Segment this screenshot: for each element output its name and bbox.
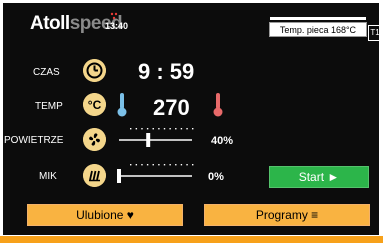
microwave-slider-handle[interactable] <box>117 169 121 183</box>
slider-tick <box>169 164 171 166</box>
airflow-slider[interactable] <box>116 126 198 152</box>
slider-tick <box>158 128 160 130</box>
slider-tick <box>192 128 194 130</box>
microwave-slider[interactable] <box>116 162 198 188</box>
slider-tick <box>175 128 177 130</box>
svg-text:°C: °C <box>88 98 102 112</box>
slider-tick <box>135 128 138 130</box>
slider-tick <box>141 128 143 130</box>
slider-tick <box>158 164 160 166</box>
slider-tick <box>169 128 171 130</box>
start-button[interactable]: Start ► <box>269 166 369 188</box>
czas-label: CZAS <box>33 67 60 78</box>
temp-label: TEMP <box>35 101 63 112</box>
temperature-value[interactable]: 270 <box>153 95 190 121</box>
bottom-accent-bar <box>0 236 383 243</box>
tray-indicator[interactable]: T1 <box>368 25 382 41</box>
slider-tick <box>146 128 149 130</box>
slider-tick <box>152 164 154 166</box>
control-panel: Atollspeed 13:40 Temp. pieca 168°C T1 CZ… <box>3 3 382 235</box>
microwave-percentage: 0% <box>208 171 224 183</box>
clock-indicator-icon <box>110 12 118 20</box>
fan-icon <box>83 128 106 151</box>
time-value[interactable]: 9 : 59 <box>138 59 194 85</box>
slider-tick <box>186 164 188 166</box>
microwave-icon <box>83 164 106 187</box>
powietrze-label: POWIETRZE <box>4 135 64 146</box>
slider-tick <box>163 164 166 166</box>
oven-screen: Atollspeed 13:40 Temp. pieca 168°C T1 CZ… <box>0 0 383 243</box>
slider-tick <box>135 164 138 166</box>
slider-tick <box>180 128 183 130</box>
mik-label: MIK <box>39 171 57 182</box>
hot-thermometer-icon[interactable] <box>212 91 224 119</box>
cold-thermometer-icon[interactable] <box>116 91 128 119</box>
airflow-percentage: 40% <box>211 135 234 147</box>
clock-time: 13:40 <box>105 21 129 31</box>
favourites-button[interactable]: Ulubione ♥ <box>27 204 183 226</box>
oven-temperature-readout: Temp. pieca 168°C <box>269 17 367 37</box>
slider-tick <box>175 164 177 166</box>
slider-tick <box>152 128 154 130</box>
slider-tick <box>180 164 183 166</box>
brand-part-1: Atoll <box>30 13 70 34</box>
slider-tick <box>163 128 166 130</box>
programs-button[interactable]: Programy ≡ <box>204 204 370 226</box>
slider-tick <box>146 164 149 166</box>
slider-tick <box>192 164 194 166</box>
clock-icon <box>83 59 106 82</box>
slider-tick <box>141 164 143 166</box>
slider-tick <box>130 164 132 166</box>
slider-tick <box>130 128 132 130</box>
slider-tick <box>186 128 188 130</box>
airflow-slider-handle[interactable] <box>146 133 151 147</box>
celsius-icon: °C <box>83 93 106 116</box>
